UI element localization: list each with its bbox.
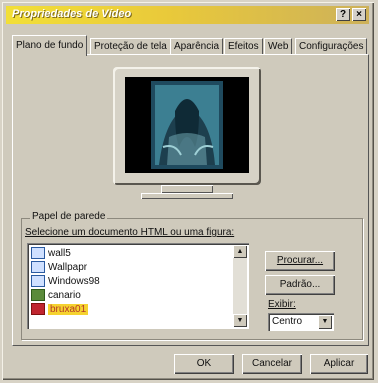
cancel-button[interactable]: Cancelar (242, 354, 302, 374)
wallpaper-figure-icon (151, 81, 223, 169)
tab-protecao-de-tela[interactable]: Proteção de tela (90, 38, 171, 55)
list-item[interactable]: canario (31, 289, 231, 302)
title-bar[interactable]: Propriedades de Vídeo ? × (6, 6, 369, 24)
list-item-selected[interactable]: bruxa01 (31, 303, 231, 316)
image-file-icon (31, 247, 45, 260)
browse-button[interactable]: Procurar... (265, 251, 335, 271)
help-button[interactable]: ? (336, 8, 350, 21)
ok-button[interactable]: OK (174, 354, 234, 374)
tab-plano-de-fundo[interactable]: Plano de fundo (12, 35, 88, 56)
chevron-down-icon[interactable]: ▼ (318, 315, 332, 329)
html-file-icon (31, 261, 45, 274)
list-scrollbar[interactable]: ▲ ▼ (233, 245, 247, 327)
html-file-icon (31, 275, 45, 288)
window-title: Propriedades de Vídeo (12, 8, 132, 20)
scroll-down-arrow-icon[interactable]: ▼ (233, 314, 247, 327)
tab-configuracoes[interactable]: Configurações (295, 38, 368, 55)
display-label: Exibir: (268, 299, 296, 310)
display-properties-window: Propriedades de Vídeo ? × Plano de fundo… (2, 2, 374, 380)
monitor-stand (161, 185, 213, 193)
wallpaper-instruction: Selecione um documento HTML ou uma figur… (25, 227, 235, 238)
apply-button[interactable]: Aplicar (310, 354, 368, 374)
list-item[interactable]: Windows98 (31, 275, 231, 288)
wallpaper-preview-image (125, 77, 249, 173)
tab-efeitos[interactable]: Efeitos (224, 38, 263, 55)
scroll-up-arrow-icon[interactable]: ▲ (233, 245, 247, 258)
wallpaper-group-label: Papel de parede (30, 211, 108, 222)
background-tab-panel: Papel de parede Selecione um documento H… (12, 54, 369, 346)
pattern-button[interactable]: Padrão... (265, 275, 335, 295)
wallpaper-list[interactable]: wall5 Wallpapr Windows98 canario bruxa01… (27, 243, 249, 329)
tab-web[interactable]: Web (264, 38, 293, 55)
list-item[interactable]: Wallpapr (31, 261, 231, 274)
close-button[interactable]: × (352, 8, 366, 21)
display-mode-value: Centro (272, 316, 303, 327)
list-item[interactable]: wall5 (31, 247, 231, 260)
monitor-base (141, 193, 233, 199)
tab-aparencia[interactable]: Aparência (170, 38, 224, 55)
monitor-preview (113, 67, 261, 185)
display-mode-select[interactable]: Centro ▼ (268, 313, 334, 331)
image-file-icon (31, 289, 45, 302)
image-file-icon (31, 303, 45, 316)
